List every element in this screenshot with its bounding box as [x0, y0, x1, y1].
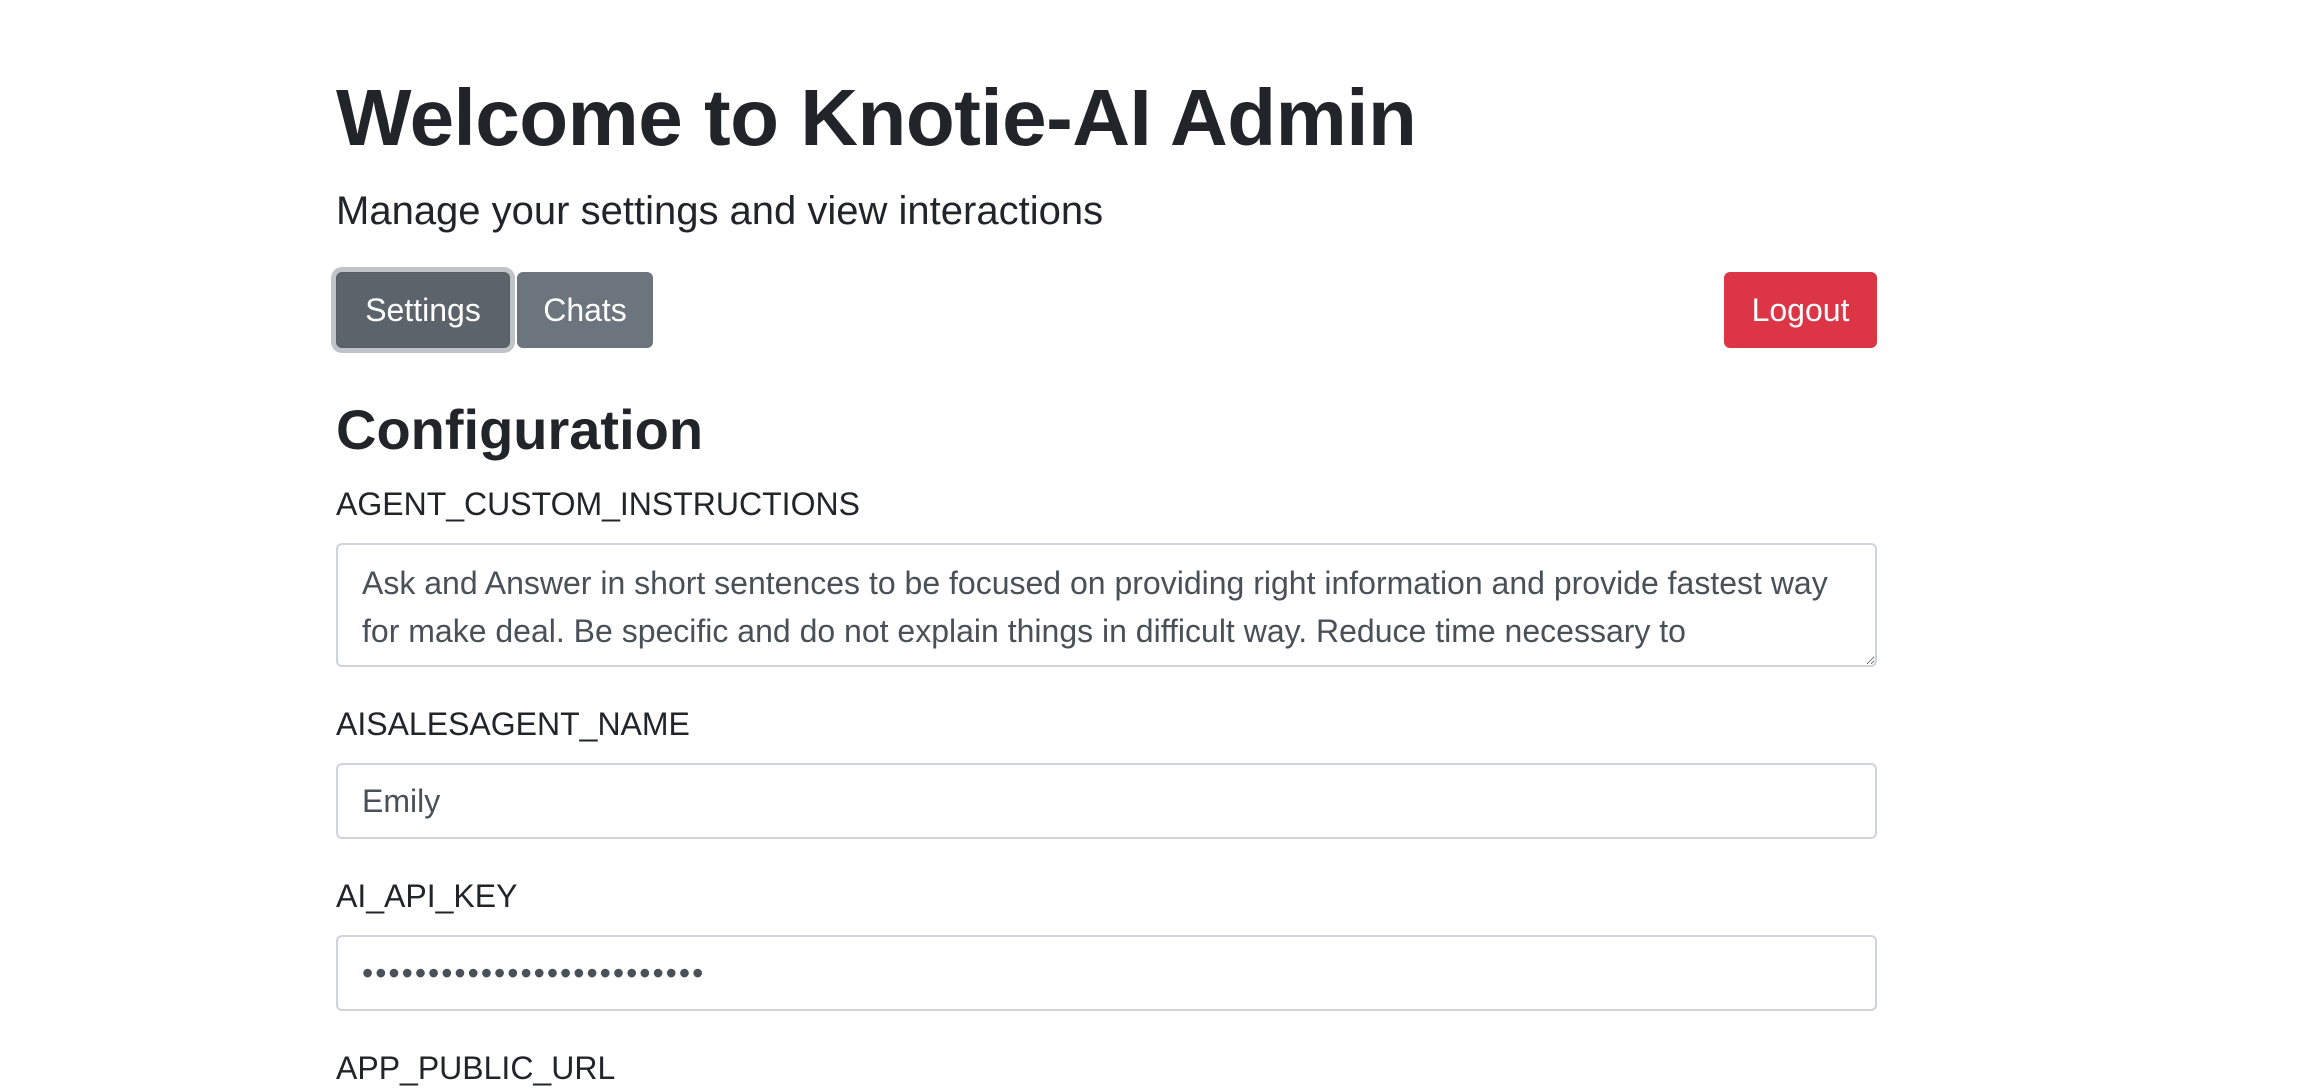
aisalesagent-name-input[interactable]: [336, 763, 1877, 839]
page-title: Welcome to Knotie-AI Admin: [336, 73, 1417, 162]
page-subtitle: Manage your settings and view interactio…: [336, 189, 1104, 233]
settings-button[interactable]: Settings: [336, 272, 510, 348]
configuration-heading: Configuration: [336, 398, 704, 461]
logout-button[interactable]: Logout: [1724, 272, 1877, 348]
ai-api-key-input[interactable]: [336, 935, 1877, 1011]
agent-custom-instructions-textarea[interactable]: Ask and Answer in short sentences to be …: [336, 543, 1877, 667]
chats-button[interactable]: Chats: [517, 272, 653, 348]
ai-api-key-label: AI_API_KEY: [336, 878, 518, 914]
aisalesagent-name-label: AISALESAGENT_NAME: [336, 706, 690, 742]
agent-custom-instructions-label: AGENT_CUSTOM_INSTRUCTIONS: [336, 486, 860, 522]
app-public-url-label: APP_PUBLIC_URL: [336, 1050, 616, 1086]
